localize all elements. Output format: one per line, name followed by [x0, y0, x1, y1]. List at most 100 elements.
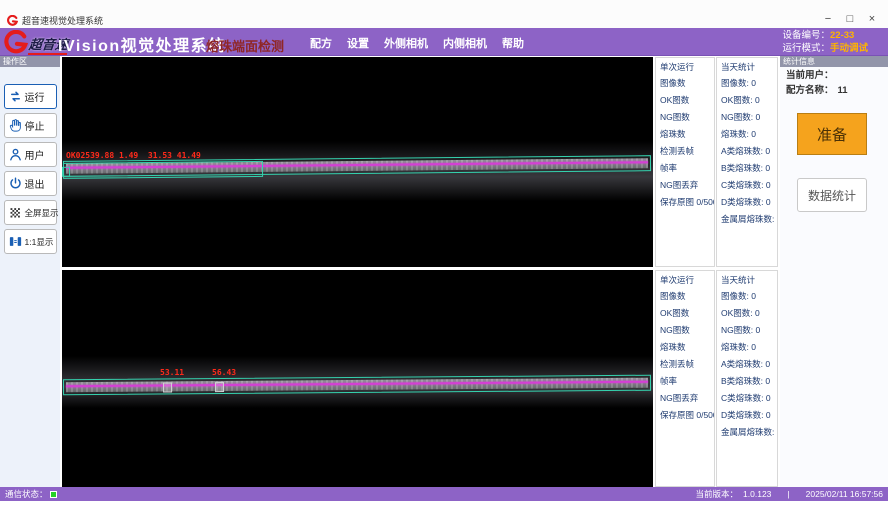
menu-item-recipe[interactable]: 配方: [310, 35, 332, 51]
app-window: 超音速视觉处理系统 − □ × 超音速 IVision视觉处理系统 熔珠端面检测…: [0, 0, 888, 522]
stats-row: C类熔珠数: 0: [721, 177, 777, 194]
sidebar-button-user[interactable]: 用户: [4, 142, 57, 167]
sidebar-button-label: 用户: [25, 147, 45, 162]
cycle-arrows-icon: [8, 89, 23, 104]
restore-button[interactable]: □: [840, 11, 860, 27]
measurement-annotation: 53.11: [160, 368, 184, 377]
info-panel-title: 统计信息: [780, 56, 888, 67]
stats-row: NG图数: 0: [721, 109, 777, 126]
window-titlebar: 超音速视觉处理系统 − □ ×: [0, 0, 888, 28]
brand-logo-icon: [4, 30, 28, 54]
stats-row: 帧率: [660, 160, 714, 177]
stats-row: 帧率: [660, 373, 714, 390]
info-panel: 统计信息 当前用户： 配方名称：11 准备 数据统计: [780, 56, 888, 487]
version-value: 1.0.123: [743, 489, 771, 499]
minimize-button[interactable]: −: [818, 11, 838, 27]
menu-item-help[interactable]: 帮助: [502, 35, 524, 51]
detection-box: [63, 161, 263, 179]
power-icon: [8, 176, 23, 191]
device-number-label: 设备编号：: [782, 29, 830, 42]
stats-section-1: 单次运行图像数OK图数NG图数熔珠数检测丢帧帧率NG图丢弃保存原图 0/500当…: [655, 57, 778, 267]
stats-row: NG图数: [660, 322, 714, 339]
inner-camera-view: 53.11 56.43: [62, 270, 653, 487]
data-statistics-button[interactable]: 数据统计: [797, 178, 867, 212]
app-subtitle: 熔珠端面检测: [206, 36, 284, 55]
stats-column-single-run: 单次运行图像数OK图数NG图数熔珠数检测丢帧帧率NG图丢弃保存原图 0/500: [655, 270, 715, 487]
device-number-row: 设备编号： 22-33: [782, 29, 882, 42]
recipe-name-label: 配方名称：: [786, 85, 834, 96]
stats-row: C类熔珠数: 0: [721, 390, 777, 407]
sidebar-button-label: 全屏显示: [25, 207, 59, 219]
statistics-panels: 单次运行图像数OK图数NG图数熔珠数检测丢帧帧率NG图丢弃保存原图 0/500 当…: [655, 57, 778, 487]
device-info: 设备编号： 22-33 运行模式： 手动调试: [782, 29, 882, 55]
person-icon: [8, 147, 23, 162]
outer-camera-view: OK02539.88 1.49 31.53 41.49: [62, 57, 653, 267]
stats-row: 保存原图 0/500: [660, 194, 714, 211]
stats-row: NG图数: [660, 109, 714, 126]
stats-row: D类熔珠数: 0: [721, 194, 777, 211]
sidebar-button-label: 退出: [25, 176, 45, 191]
stats-column-title: 单次运行: [660, 61, 714, 73]
stats-column-today: 当天统计图像数: 0OK图数: 0NG图数: 0熔珠数: 0A类熔珠数: 0B类…: [716, 57, 778, 267]
stats-row: D类熔珠数: 0: [721, 407, 777, 424]
stats-row: 金属屑熔珠数: 0: [721, 424, 777, 441]
window-controls: − □ ×: [818, 11, 882, 27]
stats-column-today: 当天统计图像数: 0OK图数: 0NG图数: 0熔珠数: 0A类熔珠数: 0B类…: [716, 270, 778, 487]
hand-icon: [8, 118, 23, 133]
stats-row: OK图数: [660, 92, 714, 109]
measurement-annotation: OK02539.88 1.49 31.53 41.49: [66, 151, 201, 160]
comm-status-indicator: [50, 491, 57, 498]
one-to-one-icon: [8, 234, 23, 249]
app-title: IVision视觉处理系统: [58, 32, 226, 56]
menu-item-outer-camera[interactable]: 外侧相机: [384, 35, 428, 51]
run-mode-label: 运行模式：: [782, 42, 830, 55]
stats-row: 熔珠数: [660, 339, 714, 356]
sidebar-buttons: 运行停止用户退出全屏显示 1:1显示: [0, 67, 60, 254]
sidebar-button-label: 运行: [25, 89, 45, 104]
stats-row: 保存原图 0/500: [660, 407, 714, 424]
device-number-value: 22-33: [830, 29, 882, 42]
stats-column-title: 当天统计: [721, 274, 777, 286]
app-logo-icon: [7, 13, 18, 24]
sidebar-button-run[interactable]: 运行: [4, 84, 57, 109]
stats-row: A类熔珠数: 0: [721, 356, 777, 373]
stats-row: NG图丢弃: [660, 177, 714, 194]
menu-item-inner-camera[interactable]: 内侧相机: [443, 35, 487, 51]
recipe-name-row: 配方名称：11: [780, 82, 888, 97]
stats-row: 熔珠数: 0: [721, 339, 777, 356]
stats-row: 图像数: [660, 75, 714, 92]
window-title: 超音速视觉处理系统: [22, 14, 103, 27]
sidebar-button-label: 停止: [25, 118, 45, 133]
stats-row: 金属屑熔珠数: 0: [721, 211, 777, 228]
stats-row: A类熔珠数: 0: [721, 143, 777, 160]
stats-row: OK图数: 0: [721, 92, 777, 109]
comm-status-label: 通信状态：: [5, 488, 48, 500]
status-bar: 通信状态： 当前版本： 1.0.123 | 2025/02/11 16:57:5…: [0, 487, 888, 501]
stats-column-title: 当天统计: [721, 61, 777, 73]
stats-column-single-run: 单次运行图像数OK图数NG图数熔珠数检测丢帧帧率NG图丢弃保存原图 0/500: [655, 57, 715, 267]
close-button[interactable]: ×: [862, 11, 882, 27]
stats-row: NG图数: 0: [721, 322, 777, 339]
sidebar-button-exit[interactable]: 退出: [4, 171, 57, 196]
menu-item-settings[interactable]: 设置: [347, 35, 369, 51]
stats-row: 图像数: 0: [721, 288, 777, 305]
defect-box: [215, 382, 224, 392]
main-menu: 配方设置外侧相机内侧相机帮助: [310, 35, 524, 51]
sidebar-button-stop[interactable]: 停止: [4, 113, 57, 138]
status-bar-right: 当前版本： 1.0.123 | 2025/02/11 16:57:56: [696, 488, 883, 500]
sidebar-button-fullscreen[interactable]: 全屏显示: [4, 200, 57, 225]
stats-row: 图像数: [660, 288, 714, 305]
checker-grid-icon: [8, 205, 23, 220]
stats-row: OK图数: [660, 305, 714, 322]
sidebar-button-label: 1:1显示: [25, 236, 54, 248]
sidebar-title: 操作区: [0, 56, 60, 67]
sidebar-button-one-to-one[interactable]: 1:1显示: [4, 229, 57, 254]
stats-row: 图像数: 0: [721, 75, 777, 92]
stats-row: B类熔珠数: 0: [721, 160, 777, 177]
defect-box: [163, 382, 172, 392]
operation-sidebar: 操作区 运行停止用户退出全屏显示 1:1显示: [0, 56, 60, 487]
prepare-button[interactable]: 准备: [797, 113, 867, 155]
measurement-annotation: 56.43: [212, 368, 236, 377]
separator: |: [787, 489, 789, 499]
app-header: 超音速 IVision视觉处理系统 熔珠端面检测 配方设置外侧相机内侧相机帮助 …: [0, 28, 888, 56]
